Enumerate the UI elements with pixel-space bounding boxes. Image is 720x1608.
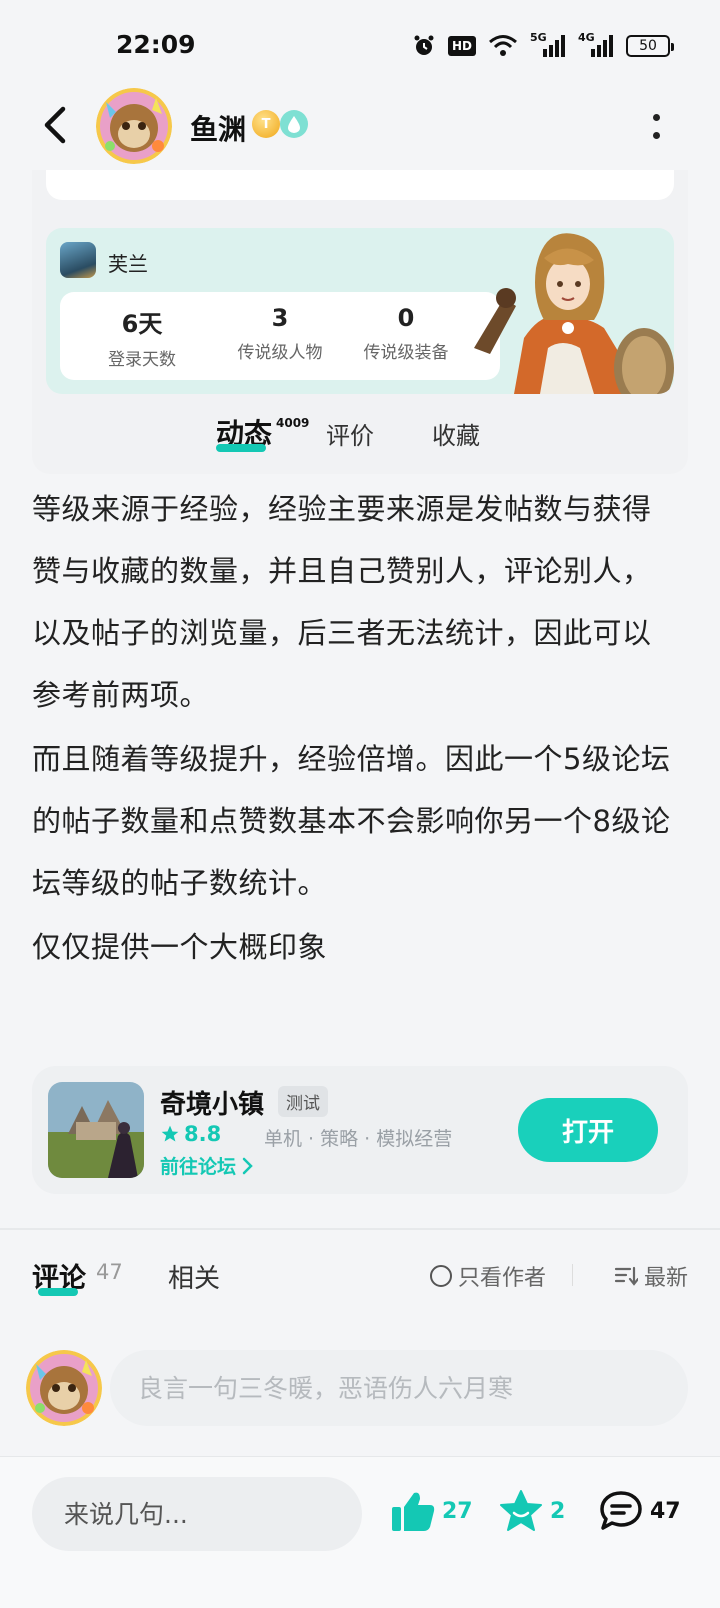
go-to-forum-link[interactable]: 前往论坛 — [160, 1152, 254, 1179]
favorite-count: 2 — [550, 1498, 566, 1524]
previous-section-strip — [46, 170, 674, 200]
like-count: 27 — [442, 1498, 473, 1524]
alarm-icon — [412, 33, 436, 59]
sort-label: 最新 — [643, 1266, 688, 1291]
drop-badge-icon — [280, 110, 308, 138]
more-dot-icon — [652, 131, 660, 139]
my-avatar — [26, 1350, 102, 1426]
profile-tabs: 动态 4009 评价 收藏 — [212, 402, 612, 462]
post-paragraph: 而且随着等级提升，经验倍增。因此一个5级论坛的帖子数量和点赞数基本不会影响你另一… — [32, 742, 671, 900]
game-title: 奇境小镇 — [160, 1090, 265, 1120]
stat-login-days: 6天 登录天数 — [72, 304, 212, 370]
stats-box: 6天 登录天数 3 传说级人物 0 传说级装备 — [60, 292, 500, 380]
post-paragraph: 等级来源于经验，经验主要来源是发帖数与获得赞与收藏的数量，并且自己赞别人，评论别… — [32, 492, 652, 712]
back-button[interactable] — [34, 100, 74, 150]
status-time: 22:09 — [116, 30, 196, 59]
signal-4g-icon: 4G — [578, 31, 614, 59]
sort-newest-button[interactable]: 最新 — [614, 1260, 688, 1292]
sort-icon — [614, 1266, 638, 1286]
status-bar: 22:09 HD 5G 4G 50 — [0, 0, 720, 92]
quick-comment-input[interactable] — [32, 1477, 362, 1551]
game-rating: 8.8 — [160, 1122, 221, 1146]
radio-circle-icon — [430, 1265, 452, 1287]
more-options-button[interactable] — [648, 108, 664, 144]
tab-reviews[interactable]: 评价 — [326, 416, 374, 451]
battery-icon: 50 — [626, 35, 674, 57]
wifi-icon — [488, 33, 518, 59]
tab-related[interactable]: 相关 — [168, 1258, 220, 1295]
like-button[interactable]: 27 — [390, 1489, 473, 1533]
signal-4g-label: 4G — [578, 31, 595, 44]
author-name[interactable]: 鱼渊 — [190, 108, 246, 148]
comments-count: 47 — [96, 1260, 123, 1284]
star-icon — [161, 1125, 179, 1142]
star-favorite-icon — [500, 1490, 542, 1531]
game-cover-image — [48, 1082, 144, 1178]
comment-bubble-icon — [600, 1491, 642, 1530]
author-only-label: 只看作者 — [458, 1266, 547, 1291]
stat-value: 6天 — [121, 310, 163, 338]
chevron-right-icon — [242, 1157, 253, 1174]
filter-separator — [572, 1264, 573, 1286]
signal-5g-label: 5G — [530, 31, 547, 44]
tab-activity-count: 4009 — [276, 416, 310, 430]
favorite-button[interactable]: 2 — [498, 1489, 565, 1533]
tab-comments-underline — [38, 1288, 78, 1296]
post-paragraph: 仅仅提供一个大概印象 — [32, 930, 328, 964]
character-art — [474, 233, 674, 394]
hd-icon: HD — [447, 36, 476, 56]
post-header: 鱼渊 T — [0, 80, 720, 170]
thumbs-up-icon — [392, 1492, 435, 1531]
more-dot-icon — [652, 113, 660, 121]
chevron-left-icon — [44, 106, 66, 144]
status-icons: HD 5G 4G 50 — [412, 31, 674, 60]
game-name: 芙兰 — [108, 252, 148, 276]
stat-value: 3 — [271, 304, 289, 332]
comment-tabs: 评论 47 相关 只看作者 最新 — [32, 1254, 688, 1310]
comment-input[interactable] — [110, 1350, 688, 1426]
stat-legendary-characters: 3 传说级人物 — [210, 304, 350, 363]
author-avatar[interactable] — [96, 88, 172, 164]
comments-button[interactable]: 47 — [598, 1489, 681, 1533]
game-genres: 单机 · 策略 · 模拟经营 — [264, 1128, 453, 1150]
game-stat-card[interactable]: 芙兰 6天 登录天数 3 传说级人物 0 传说级装备 — [46, 228, 674, 394]
level-badge-icon: T — [252, 110, 280, 138]
signal-5g-icon: 5G — [530, 31, 566, 59]
section-divider — [0, 1228, 720, 1230]
game-card[interactable]: 奇境小镇 测试 8.8 单机 · 策略 · 模拟经营 前往论坛 打开 — [32, 1066, 688, 1194]
author-only-filter[interactable]: 只看作者 — [430, 1260, 546, 1292]
game-tag-badge: 测试 — [278, 1086, 328, 1117]
game-icon — [60, 242, 96, 278]
tab-activity-underline — [216, 444, 266, 452]
comments-total: 47 — [650, 1498, 681, 1524]
stat-label: 传说级人物 — [237, 343, 323, 363]
author-profile-card: 芙兰 6天 登录天数 3 传说级人物 0 传说级装备 动态 4009 评价 收藏 — [32, 170, 688, 474]
stat-label: 登录天数 — [108, 350, 176, 370]
open-game-button[interactable]: 打开 — [518, 1098, 658, 1162]
go-to-forum-label: 前往论坛 — [160, 1156, 237, 1178]
bottom-action-bar: 27 2 47 — [0, 1456, 720, 1608]
post-content: 等级来源于经验，经验主要来源是发帖数与获得赞与收藏的数量，并且自己赞别人，评论别… — [32, 478, 672, 978]
tab-favorites[interactable]: 收藏 — [432, 416, 480, 451]
game-score: 8.8 — [184, 1122, 222, 1146]
